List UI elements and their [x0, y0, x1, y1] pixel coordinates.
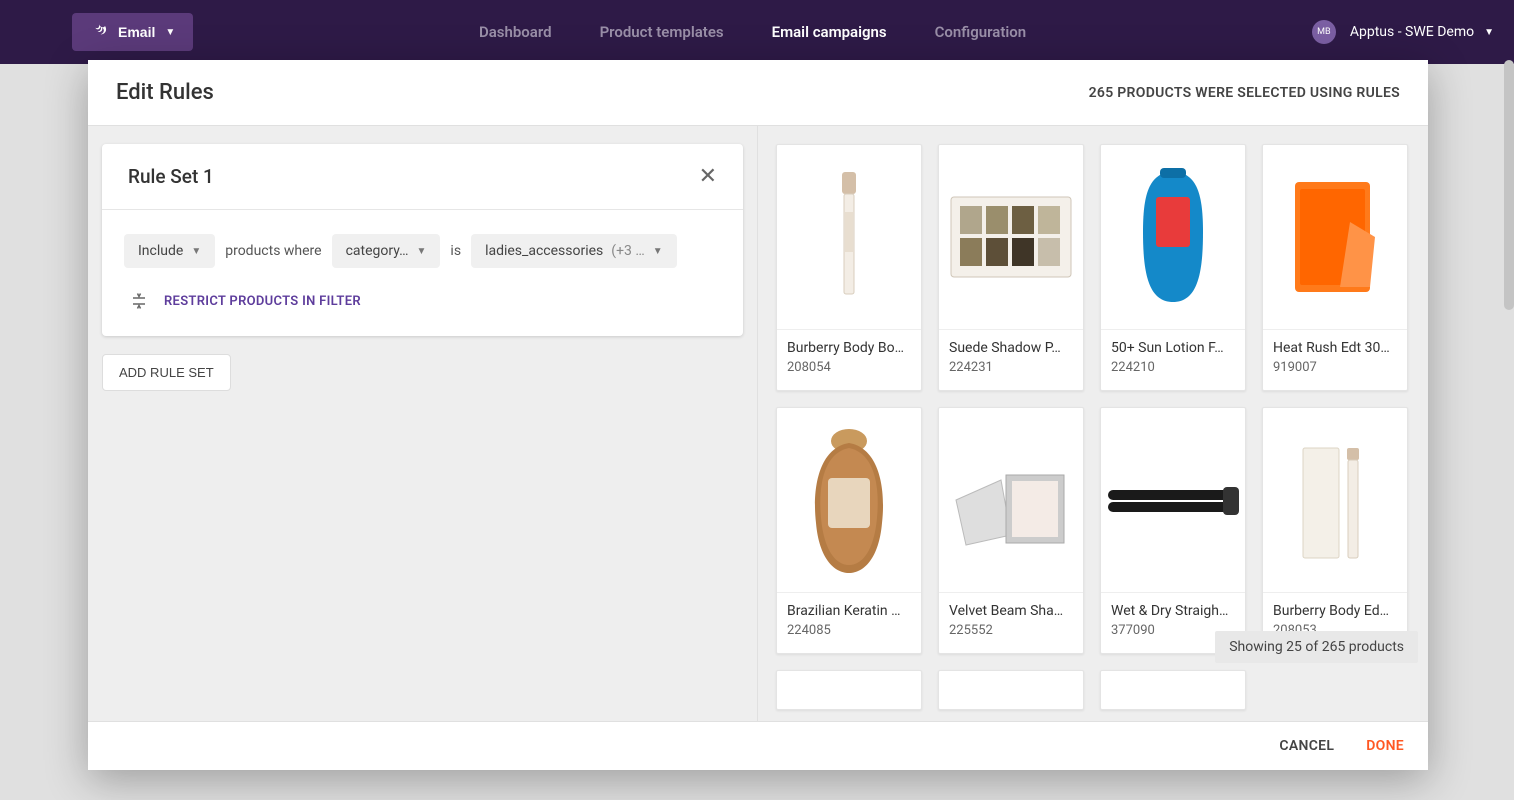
restrict-label: RESTRICT PRODUCTS IN FILTER — [164, 294, 361, 309]
product-name: Suede Shadow P… — [949, 340, 1073, 356]
product-card[interactable]: Wet & Dry Straigh… 377090 — [1100, 407, 1246, 654]
rule-set-card: Rule Set 1 ✕ Include ▼ products where ca… — [102, 144, 743, 336]
product-image — [777, 671, 921, 709]
nav-configuration[interactable]: Configuration — [935, 23, 1027, 41]
product-card[interactable]: 50+ Sun Lotion F… 224210 — [1100, 144, 1246, 391]
product-card[interactable]: Burberry Body Ed… 208053 — [1262, 407, 1408, 654]
avatar: MB — [1312, 20, 1336, 44]
nav-center: Dashboard Product templates Email campai… — [193, 23, 1312, 41]
product-id: 224231 — [949, 360, 1073, 375]
product-name: Velvet Beam Sha… — [949, 603, 1073, 619]
product-id: 225552 — [949, 623, 1073, 638]
product-card[interactable]: Burberry Body Bo… 208054 — [776, 144, 922, 391]
done-button[interactable]: DONE — [1366, 738, 1404, 754]
product-id: 224210 — [1111, 360, 1235, 375]
top-navbar: Email ▼ Dashboard Product templates Emai… — [0, 0, 1514, 64]
rule-set-title: Rule Set 1 — [128, 165, 214, 188]
include-dropdown[interactable]: Include ▼ — [124, 234, 215, 268]
cancel-button[interactable]: CANCEL — [1279, 738, 1334, 754]
product-card[interactable] — [1100, 670, 1246, 710]
product-card[interactable]: Suede Shadow P… 224231 — [938, 144, 1084, 391]
close-icon[interactable]: ✕ — [699, 164, 717, 189]
rule-set-header: Rule Set 1 ✕ — [102, 144, 743, 210]
email-dropdown-button[interactable]: Email ▼ — [72, 13, 193, 51]
nav-product-templates[interactable]: Product templates — [600, 23, 724, 41]
rule-condition-row: Include ▼ products where category… ▼ is … — [124, 234, 721, 268]
product-image — [1263, 145, 1407, 330]
product-image — [1263, 408, 1407, 593]
product-name: Heat Rush Edt 30… — [1273, 340, 1397, 356]
product-image — [777, 145, 921, 330]
value-label: ladies_accessories — [485, 243, 603, 259]
modal-title: Edit Rules — [116, 80, 214, 105]
restrict-icon — [130, 292, 148, 310]
attribute-dropdown[interactable]: category… ▼ — [332, 234, 441, 268]
product-card[interactable]: Brazilian Keratin … 224085 — [776, 407, 922, 654]
value-extra: (+3 … — [611, 243, 644, 259]
product-name: Burberry Body Ed… — [1273, 603, 1397, 619]
product-card[interactable] — [776, 670, 922, 710]
product-image — [1101, 408, 1245, 593]
product-id: 208054 — [787, 360, 911, 375]
edit-rules-modal: Edit Rules 265 PRODUCTS WERE SELECTED US… — [88, 60, 1428, 770]
logo-icon — [90, 23, 108, 41]
product-name: 50+ Sun Lotion F… — [1111, 340, 1235, 356]
scrollbar[interactable] — [1504, 60, 1514, 310]
product-card[interactable]: Heat Rush Edt 30… 919007 — [1262, 144, 1408, 391]
value-dropdown[interactable]: ladies_accessories (+3 … ▼ — [471, 234, 677, 268]
restrict-button[interactable]: RESTRICT PRODUCTS IN FILTER — [124, 290, 721, 318]
product-card[interactable]: Velvet Beam Sha… 225552 — [938, 407, 1084, 654]
modal-selected-count: 265 PRODUCTS WERE SELECTED USING RULES — [1089, 85, 1400, 101]
is-text: is — [450, 243, 461, 259]
chevron-down-icon: ▼ — [653, 246, 663, 257]
user-name: Apptus - SWE Demo — [1350, 24, 1474, 40]
include-label: Include — [138, 243, 183, 259]
email-label: Email — [118, 24, 155, 40]
rules-panel: Rule Set 1 ✕ Include ▼ products where ca… — [88, 126, 758, 721]
modal-body: Rule Set 1 ✕ Include ▼ products where ca… — [88, 125, 1428, 721]
product-name: Wet & Dry Straigh… — [1111, 603, 1235, 619]
products-where-text: products where — [225, 243, 321, 259]
chevron-down-icon: ▼ — [165, 27, 175, 38]
modal-header: Edit Rules 265 PRODUCTS WERE SELECTED US… — [88, 60, 1428, 125]
product-name: Brazilian Keratin … — [787, 603, 911, 619]
product-image — [939, 671, 1083, 709]
rule-set-body: Include ▼ products where category… ▼ is … — [102, 210, 743, 336]
nav-dashboard[interactable]: Dashboard — [479, 23, 552, 41]
products-grid: Burberry Body Bo… 208054 Suede Shadow P…… — [776, 144, 1410, 710]
product-image — [939, 408, 1083, 593]
product-card[interactable] — [938, 670, 1084, 710]
product-id: 224085 — [787, 623, 911, 638]
user-menu[interactable]: MB Apptus - SWE Demo ▼ — [1312, 20, 1494, 44]
product-image — [1101, 671, 1245, 709]
chevron-down-icon: ▼ — [417, 246, 427, 257]
modal-footer: CANCEL DONE — [88, 721, 1428, 770]
category-label: category… — [346, 243, 409, 259]
product-image — [1101, 145, 1245, 330]
product-name: Burberry Body Bo… — [787, 340, 911, 356]
nav-email-campaigns[interactable]: Email campaigns — [772, 23, 887, 41]
product-id: 919007 — [1273, 360, 1397, 375]
product-image — [939, 145, 1083, 330]
chevron-down-icon: ▼ — [1484, 27, 1494, 38]
showing-count-label: Showing 25 of 265 products — [1215, 631, 1418, 663]
product-image — [777, 408, 921, 593]
add-rule-set-button[interactable]: ADD RULE SET — [102, 354, 231, 391]
chevron-down-icon: ▼ — [191, 246, 201, 257]
